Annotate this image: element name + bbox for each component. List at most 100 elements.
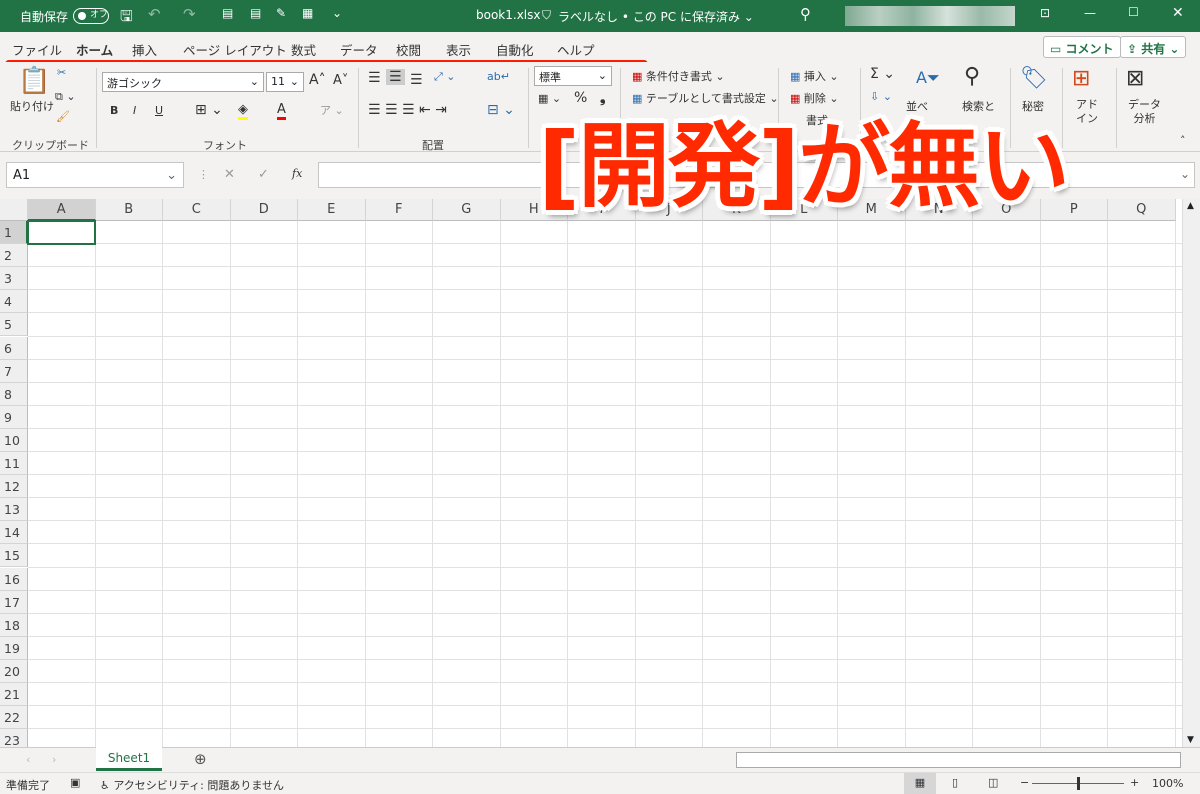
borders-icon[interactable]: ⊞ ⌄ bbox=[195, 102, 223, 118]
wrap-text-icon[interactable]: ab↵ bbox=[487, 70, 510, 83]
row-header-8[interactable]: 8 bbox=[0, 382, 28, 406]
cut-icon[interactable]: ✂ bbox=[57, 66, 66, 79]
format-painter-icon[interactable]: 🖌 bbox=[56, 110, 70, 123]
row-header-10[interactable]: 10 bbox=[0, 428, 28, 452]
tab-view[interactable]: 表示 bbox=[446, 40, 471, 59]
tab-help[interactable]: ヘルプ bbox=[557, 40, 595, 59]
normal-view-icon[interactable]: ▦ bbox=[904, 773, 936, 794]
sheet-tab-sheet1[interactable]: Sheet1 bbox=[96, 747, 162, 771]
row-header-19[interactable]: 19 bbox=[0, 636, 28, 660]
autosave-toggle[interactable]: オフ bbox=[73, 8, 109, 24]
tab-home[interactable]: ホーム bbox=[76, 40, 114, 65]
row-header-1[interactable]: 1 bbox=[0, 221, 28, 244]
bold-button[interactable]: B bbox=[110, 104, 118, 117]
phonetic-icon[interactable]: ア ⌄ bbox=[320, 102, 344, 118]
minimize-icon[interactable]: — bbox=[1084, 6, 1096, 20]
column-header-F[interactable]: F bbox=[365, 199, 433, 221]
worksheet-grid[interactable]: A B C D E F G H I J K L M N O P Q 1 2 3 4 5 6 7 8 9 10 11 12 13 14 15 16… bbox=[0, 199, 1182, 747]
font-color-icon[interactable]: A bbox=[277, 102, 286, 120]
prev-sheet-icon[interactable]: ‹ bbox=[26, 753, 30, 766]
undo-icon[interactable]: ↶ bbox=[148, 5, 161, 23]
customize-icon[interactable]: ⌄ bbox=[332, 6, 342, 20]
autosum-button[interactable]: Σ ⌄ bbox=[870, 66, 895, 82]
fill-color-icon[interactable]: ◈ bbox=[238, 102, 248, 120]
row-header-21[interactable]: 21 bbox=[0, 683, 28, 706]
row-header-9[interactable]: 9 bbox=[0, 405, 28, 429]
row-header-3[interactable]: 3 bbox=[0, 267, 28, 291]
column-header-B[interactable]: B bbox=[95, 199, 163, 221]
name-box[interactable]: A1 ⌄ bbox=[6, 162, 184, 188]
form-icon[interactable]: ▦ bbox=[302, 6, 313, 20]
print-icon[interactable]: ▤ bbox=[250, 6, 261, 20]
sort-filter-icon[interactable]: A⏷ bbox=[916, 68, 940, 88]
italic-button[interactable]: I bbox=[133, 104, 136, 117]
font-size-select[interactable]: 11 ⌄ bbox=[266, 72, 304, 92]
increase-font-icon[interactable]: A˄ bbox=[309, 72, 326, 88]
addins-button[interactable]: アド イン bbox=[1076, 98, 1098, 126]
tab-insert[interactable]: 挿入 bbox=[132, 40, 157, 59]
tab-formulas[interactable]: 数式 bbox=[291, 40, 316, 59]
comment-button[interactable]: ▭ コメント bbox=[1043, 36, 1121, 58]
share-button[interactable]: ⇪ 共有 ⌄ bbox=[1120, 36, 1187, 58]
zoom-level[interactable]: 100% bbox=[1152, 777, 1183, 790]
row-header-11[interactable]: 11 bbox=[0, 452, 28, 475]
analyze-data-button[interactable]: データ 分析 bbox=[1128, 98, 1161, 126]
zoom-slider-thumb[interactable] bbox=[1077, 777, 1080, 790]
row-header-22[interactable]: 22 bbox=[0, 706, 28, 730]
row-header-7[interactable]: 7 bbox=[0, 359, 28, 383]
search-icon[interactable]: ⚲ bbox=[800, 5, 811, 23]
row-header-14[interactable]: 14 bbox=[0, 521, 28, 545]
row-header-2[interactable]: 2 bbox=[0, 244, 28, 268]
number-format-select[interactable]: 標準 ⌄ bbox=[534, 66, 612, 86]
column-header-A[interactable]: A bbox=[28, 199, 96, 221]
row-header-13[interactable]: 13 bbox=[0, 498, 28, 522]
save-icon[interactable]: 🖫 bbox=[120, 6, 133, 31]
close-icon[interactable]: ✕ bbox=[1172, 5, 1184, 21]
maximize-icon[interactable]: ☐ bbox=[1128, 5, 1139, 19]
zoom-out-button[interactable]: − bbox=[1020, 776, 1029, 789]
underline-button[interactable]: U bbox=[155, 104, 163, 117]
row-header-18[interactable]: 18 bbox=[0, 613, 28, 637]
paste-button[interactable]: 貼り付け bbox=[10, 98, 54, 114]
row-header-6[interactable]: 6 bbox=[0, 336, 28, 360]
tab-data[interactable]: データ bbox=[340, 40, 378, 59]
row-header-15[interactable]: 15 bbox=[0, 544, 28, 568]
tab-file[interactable]: ファイル bbox=[12, 40, 62, 59]
print-preview-icon[interactable]: ▤ bbox=[222, 6, 233, 20]
find-icon[interactable]: ⚲ bbox=[964, 64, 980, 89]
row-header-23[interactable]: 23 bbox=[0, 729, 28, 747]
zoom-slider[interactable] bbox=[1032, 777, 1124, 790]
label-status[interactable]: ラベルなし • この PC に保存済み ⌄ bbox=[558, 8, 754, 25]
collapse-ribbon-icon[interactable]: ˄ bbox=[1180, 134, 1186, 147]
align-top-icon[interactable]: ☰ bbox=[368, 70, 381, 86]
zoom-in-button[interactable]: + bbox=[1130, 776, 1139, 789]
cancel-button[interactable]: ✕ bbox=[224, 167, 235, 182]
accessibility-status[interactable]: ♿ アクセシビリティ: 問題ありません bbox=[100, 777, 284, 793]
column-header-D[interactable]: D bbox=[230, 199, 298, 221]
row-header-20[interactable]: 20 bbox=[0, 659, 28, 683]
paste-icon[interactable]: 📋 bbox=[18, 66, 50, 96]
insert-cells-button[interactable]: ▦ 挿入 ⌄ bbox=[790, 68, 839, 84]
align-middle-icon[interactable]: ☰ bbox=[386, 69, 405, 85]
addins-icon[interactable]: ⊞ bbox=[1072, 66, 1090, 91]
row-header-12[interactable]: 12 bbox=[0, 475, 28, 499]
macro-record-icon[interactable]: ▣ bbox=[70, 776, 80, 789]
select-all-corner[interactable] bbox=[0, 199, 28, 221]
orientation-icon[interactable]: ⤢ ⌄ bbox=[434, 70, 456, 84]
next-sheet-icon[interactable]: › bbox=[52, 753, 56, 766]
align-bottom-icon[interactable]: ☰ bbox=[410, 72, 423, 88]
column-header-E[interactable]: E bbox=[298, 199, 366, 221]
tab-review[interactable]: 校閲 bbox=[396, 40, 421, 59]
tab-automate[interactable]: 自動化 bbox=[496, 40, 534, 59]
selected-cell-a1[interactable] bbox=[27, 220, 96, 245]
row-header-4[interactable]: 4 bbox=[0, 290, 28, 314]
copy-icon[interactable]: ⧉ ⌄ bbox=[55, 90, 76, 104]
horizontal-scrollbar[interactable] bbox=[736, 752, 1181, 768]
decrease-font-icon[interactable]: A˅ bbox=[333, 73, 348, 88]
ribbon-display-icon[interactable]: ⊡ bbox=[1040, 6, 1050, 20]
column-header-G[interactable]: G bbox=[433, 199, 501, 221]
sensitivity-icon[interactable]: 🏷 bbox=[1020, 66, 1048, 91]
conditional-format-button[interactable]: ▦ 条件付き書式 ⌄ bbox=[632, 68, 725, 84]
add-sheet-icon[interactable]: ⊕ bbox=[194, 750, 207, 768]
page-layout-view-icon[interactable]: ▯ bbox=[952, 776, 958, 789]
